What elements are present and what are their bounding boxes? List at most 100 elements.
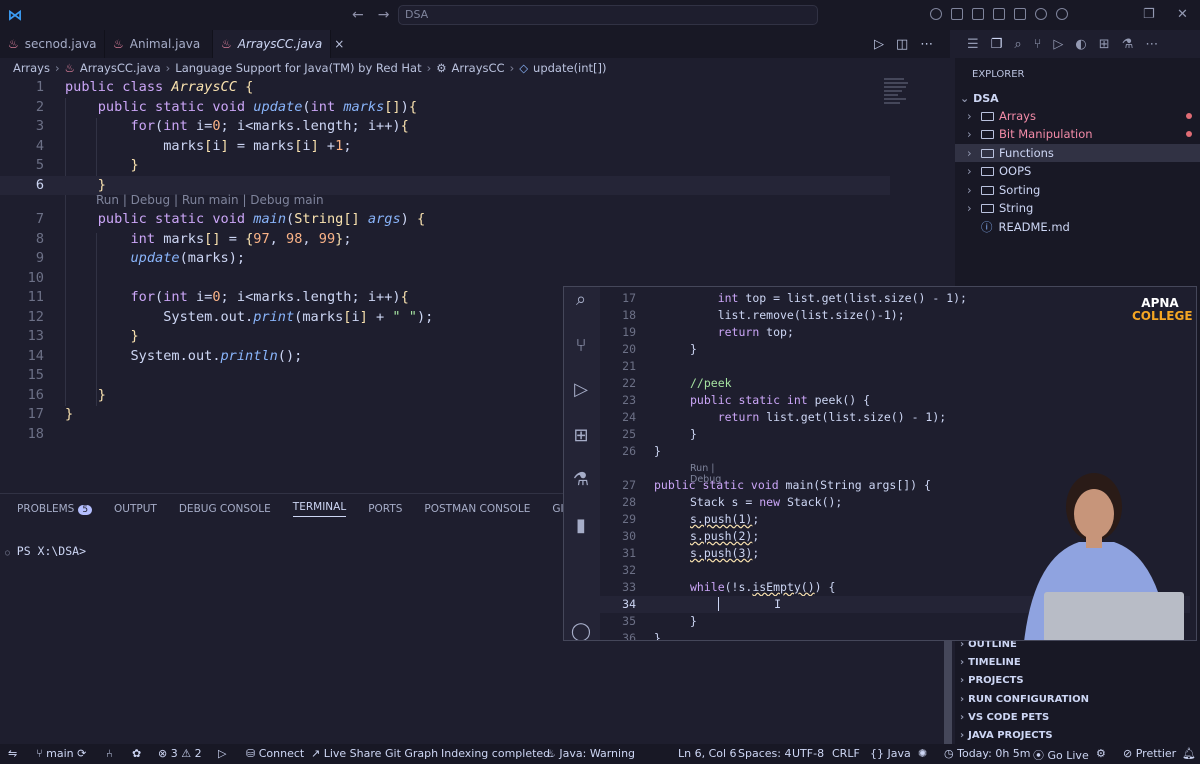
code-line: 20}	[600, 341, 1190, 358]
tree-item-readme[interactable]: ⓘ README.md	[955, 218, 1200, 236]
tab-animal-java[interactable]: ♨ Animal.java	[105, 30, 213, 58]
live-share-item[interactable]: ↗ Live Share	[311, 747, 381, 760]
tree-item-sorting[interactable]: › Sorting	[955, 181, 1200, 199]
go-live-item[interactable]: ⦿ Go Live	[1033, 747, 1089, 763]
toggle-secondary-sidebar-icon[interactable]	[1014, 8, 1026, 20]
apna-college-logo: APNA COLLEGE	[1132, 297, 1193, 323]
section-label: TIMELINE	[968, 657, 1021, 668]
java-icon: ♨	[546, 747, 556, 760]
breadcrumb-item[interactable]: ArraysCC.java	[80, 61, 161, 75]
indexing-status: Indexing completed.	[441, 747, 554, 760]
tab-postman-console[interactable]: POSTMAN CONSOLE	[424, 503, 530, 515]
encoding[interactable]: UTF-8	[792, 747, 824, 760]
section-java-projects[interactable]: › JAVA PROJECTS	[960, 730, 1053, 741]
tab-arrayscc-java[interactable]: ♨ ArraysCC.java ×	[213, 30, 344, 58]
error-count: 3	[170, 747, 178, 760]
command-center-search[interactable]: DSA	[398, 5, 818, 25]
split-editor-icon[interactable]: ◫	[896, 37, 908, 52]
remote-icon[interactable]: ◐	[1075, 37, 1086, 52]
tab-debug-console[interactable]: DEBUG CONSOLE	[179, 503, 271, 515]
tree-item-arrays[interactable]: › Arrays	[955, 107, 1200, 125]
java-file-icon: ♨	[64, 61, 75, 75]
close-tab-icon[interactable]: ×	[334, 37, 344, 51]
tree-item-string[interactable]: › String	[955, 199, 1200, 217]
tab-output[interactable]: OUTPUT	[114, 503, 157, 515]
chevron-right-icon: ›	[967, 109, 972, 123]
explorer-icon[interactable]: ❐	[991, 37, 1003, 52]
line-number: 26	[622, 444, 636, 458]
breadcrumb-item[interactable]: Arrays	[13, 61, 50, 75]
menu-icon[interactable]: ☰	[967, 37, 979, 52]
clock-icon: ◷	[944, 747, 954, 760]
testing-icon[interactable]: ⚗	[1122, 37, 1134, 52]
layout-icon[interactable]	[951, 8, 963, 20]
line-number: 10	[27, 269, 44, 286]
git-graph-item[interactable]: Git Graph	[385, 747, 438, 760]
indentation[interactable]: Spaces: 4	[738, 747, 791, 760]
warning-icon: ⚠	[181, 747, 192, 760]
notifications-icon[interactable]: 🔔︎	[1182, 747, 1196, 760]
section-timeline[interactable]: › TIMELINE	[960, 657, 1021, 668]
breadcrumb-item[interactable]: Language Support for Java(TM) by Red Hat	[175, 61, 421, 75]
branch-icon: ⑂	[36, 747, 43, 760]
wakatime-item[interactable]: ◷ Today: 0h 5m	[944, 747, 1031, 760]
debug-icon[interactable]: ▷	[218, 747, 226, 760]
back-arrow-icon[interactable]: ←	[352, 7, 364, 23]
toggle-sidebar-icon[interactable]	[972, 8, 984, 20]
toggle-panel-icon[interactable]	[993, 8, 1005, 20]
search-icon[interactable]: ⌕	[1014, 37, 1021, 52]
branch-item[interactable]: ⑂ main ⟳	[36, 747, 86, 760]
language-mode[interactable]: {} Java	[870, 747, 911, 760]
code-line: 19 return top;	[600, 324, 1190, 341]
terminal[interactable]: ○ PS X:\DSA>	[5, 544, 86, 558]
extensions-icon[interactable]: ⊞	[1099, 37, 1110, 52]
tree-item-oops[interactable]: › OOPS	[955, 162, 1200, 180]
feedback-icon[interactable]: ⚙	[1096, 747, 1106, 760]
line-number: 31	[622, 546, 636, 560]
section-projects[interactable]: › PROJECTS	[960, 675, 1024, 686]
copilot-status-icon[interactable]: ✿	[132, 747, 141, 760]
problems-item[interactable]: ⊗ 3 ⚠ 2	[158, 747, 202, 760]
prettier-item[interactable]: ⊘ Prettier	[1123, 747, 1176, 760]
end-of-line[interactable]: CRLF	[832, 747, 860, 760]
more-icon[interactable]: ⋯	[1145, 37, 1158, 52]
tab-secnod-java[interactable]: ♨ secnod.java	[0, 30, 105, 58]
breadcrumb-item[interactable]: update(int[])	[533, 61, 606, 75]
cursor-position[interactable]: Ln 6, Col 6	[678, 747, 737, 760]
line-number: 18	[27, 425, 44, 442]
connect-item[interactable]: ⛁ Connect	[246, 747, 304, 760]
restore-window-icon[interactable]: ❐	[1143, 7, 1155, 22]
git-graph-icon[interactable]: ⑃	[106, 747, 113, 760]
source-control-icon[interactable]: ⑂	[1034, 37, 1042, 52]
code-line: 3 for(int i=0; i<marks.length; i++){	[0, 117, 890, 137]
code-line: 26}	[600, 443, 1190, 460]
code-line: 2 public static void update(int marks[])…	[0, 98, 890, 118]
chevron-right-icon: ›	[967, 146, 972, 160]
branch-label: main	[46, 747, 74, 760]
close-window-icon[interactable]: ✕	[1177, 7, 1188, 22]
extensions-icon: ⊞	[573, 425, 589, 446]
section-run-configuration[interactable]: › RUN CONFIGURATION	[960, 694, 1089, 705]
tab-ports[interactable]: PORTS	[368, 503, 402, 515]
breadcrumb-item[interactable]: ArraysCC	[452, 61, 505, 75]
tree-item-functions[interactable]: › Functions	[955, 144, 1200, 162]
run-debug-icon[interactable]: ▷	[1053, 37, 1063, 52]
remote-icon[interactable]: ⇋	[8, 747, 17, 760]
section-vs-code-pets[interactable]: › VS CODE PETS	[960, 712, 1049, 723]
explorer-root[interactable]: ⌄ DSA	[960, 92, 999, 105]
codelens-run-debug[interactable]: Run | Debug | Run main | Debug main	[96, 193, 324, 207]
accounts-icon[interactable]	[1035, 8, 1047, 20]
copilot-icon[interactable]: ✺	[918, 747, 927, 760]
settings-icon[interactable]	[1056, 8, 1068, 20]
copilot-icon[interactable]	[930, 8, 942, 20]
vscode-logo-icon: ⋈	[7, 6, 23, 24]
sync-icon: ⟳	[77, 747, 87, 760]
more-actions-icon[interactable]: ⋯	[920, 37, 933, 52]
forward-arrow-icon[interactable]: →	[378, 7, 390, 23]
section-label: PROJECTS	[968, 675, 1024, 686]
tree-item-bit-manipulation[interactable]: › Bit Manipulation	[955, 125, 1200, 143]
tab-terminal[interactable]: TERMINAL	[292, 501, 347, 517]
tab-problems[interactable]: PROBLEMS 5	[17, 503, 93, 515]
java-status-item[interactable]: ♨ Java: Warning	[546, 747, 635, 760]
run-icon[interactable]: ▷	[874, 37, 884, 52]
